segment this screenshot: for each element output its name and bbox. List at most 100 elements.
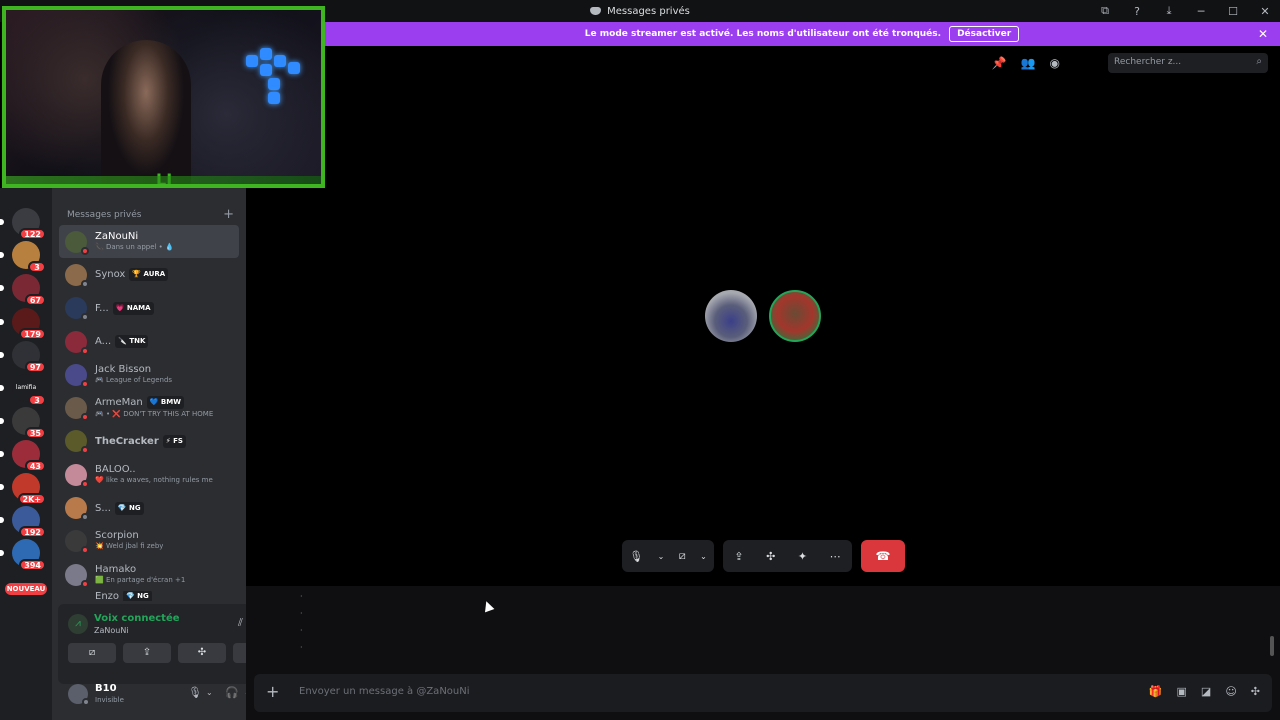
dm-item[interactable]: Synox 🏆 AURA (59, 258, 239, 291)
status-indicator (82, 698, 90, 706)
chevron-down-icon[interactable]: ⌄ (206, 688, 213, 697)
close-window-button[interactable]: ✕ (1256, 5, 1274, 18)
dm-item[interactable]: BALOO.. ❤️ like a waves, nothing rules me (59, 458, 239, 491)
disable-streamer-button[interactable]: Désactiver (949, 26, 1020, 42)
avatar (65, 230, 89, 255)
avatar (65, 330, 89, 355)
avatar (65, 563, 89, 588)
microphone-icon[interactable]: 🎙 (629, 550, 643, 563)
dm-name: BALOO.. (95, 463, 136, 475)
dm-status: 🟩 En partage d'écran +1 (95, 575, 186, 584)
minimize-button[interactable]: ─ (1192, 5, 1210, 18)
new-badge[interactable]: NOUVEAU (5, 583, 47, 595)
message-composer[interactable]: + Envoyer un message à @ZaNouNi 🎁 ▣ ◪ ☺ … (254, 674, 1272, 712)
microphone-icon[interactable]: 🎙 (188, 686, 202, 699)
server-icon[interactable]: 179 (0, 308, 46, 340)
hangup-button[interactable]: ☎ (861, 540, 905, 572)
dm-name: Synox 🏆 AURA (95, 268, 169, 282)
avatar (65, 263, 89, 288)
dm-status: 💥 Weld jbal fi zeby (95, 542, 164, 551)
add-attachment-icon[interactable]: + (266, 682, 279, 701)
server-icon[interactable]: 122 (0, 208, 46, 240)
dm-name: Enzo 💎 NG (95, 591, 152, 602)
clan-tag: ⚡ FS (162, 434, 186, 448)
discord-logo-icon (590, 7, 602, 15)
avatar (65, 463, 89, 488)
dm-item[interactable]: S... 💎 NG (59, 491, 239, 524)
chevron-down-icon[interactable]: ⌄ (658, 552, 665, 561)
search-input[interactable]: Rechercher z... ⌕ (1108, 53, 1268, 73)
gif-icon[interactable]: ▣ (1177, 685, 1187, 698)
dm-item[interactable]: Enzo 💎 NG (59, 591, 239, 602)
avatar (65, 497, 89, 522)
sticker-icon[interactable]: ◪ (1201, 685, 1211, 698)
search-icon: ⌕ (1256, 56, 1262, 67)
headphones-icon[interactable]: 🎧 (225, 686, 239, 699)
server-icon[interactable]: 394 (0, 539, 46, 571)
download-icon[interactable]: ⤓ (1160, 4, 1178, 18)
clan-tag: 💎 NG (123, 591, 152, 602)
dm-item[interactable]: A... 🔪 TNK (59, 325, 239, 358)
profile-icon[interactable]: ◉ (1050, 56, 1060, 70)
help-icon[interactable]: ? (1128, 5, 1146, 18)
username[interactable]: B10 (95, 683, 117, 694)
avatar (65, 430, 89, 455)
server-icon[interactable]: 97 (0, 341, 46, 373)
webcam-overlay: LJ (2, 6, 325, 188)
more-options-icon[interactable]: ⋯ (830, 550, 841, 563)
clan-tag: 🏆 AURA (129, 268, 169, 282)
camera-button[interactable]: ⧄ (68, 643, 116, 663)
emoji-icon[interactable]: ☺ (1225, 685, 1236, 698)
server-icon[interactable]: 35 (0, 407, 46, 439)
clan-tag: 💙 BMW (146, 396, 184, 410)
pin-icon[interactable]: 📌 (992, 56, 1007, 70)
clan-tag: 💎 NG (114, 501, 144, 515)
dm-name: TheCracker ⚡ FS (95, 434, 186, 448)
dm-list: ZaNouNi 📞 Dans un appel • 💧 Synox 🏆 AURA F… (59, 225, 239, 602)
screen-share-icon[interactable]: ⇪ (734, 550, 743, 563)
server-icon[interactable]: 2K+ (0, 473, 46, 505)
camera-off-icon[interactable]: ⧄ (679, 549, 686, 563)
participant-avatar[interactable] (705, 290, 757, 342)
server-icon[interactable]: 43 (0, 440, 46, 472)
close-banner-icon[interactable]: ✕ (1258, 27, 1268, 41)
add-friend-icon[interactable]: 👥 (1021, 56, 1036, 70)
maximize-button[interactable]: ☐ (1224, 5, 1242, 18)
activities-icon[interactable]: ✣ (766, 550, 775, 563)
dm-item[interactable]: Hamako 🟩 En partage d'écran +1 (59, 558, 239, 591)
cast-icon[interactable]: ⧉ (1096, 4, 1114, 18)
call-actions: ⇪ ✣ ✦ ⋯ (723, 540, 852, 572)
server-icon[interactable]: 192 (0, 506, 46, 538)
participant-avatar[interactable] (769, 290, 821, 342)
gift-icon[interactable]: 🎁 (1149, 685, 1163, 698)
server-list: 122 3 67 179 97 lamifia 3 35 43 2K+ 192 3… (0, 188, 52, 720)
server-icon[interactable]: 67 (0, 274, 46, 306)
dm-item[interactable]: F... 💗 NAMA (59, 292, 239, 325)
signal-icon[interactable]: ⩘ (68, 614, 88, 634)
avatar (65, 363, 89, 388)
activities-button[interactable]: ✣ (178, 643, 226, 663)
new-dm-icon[interactable]: + (223, 207, 234, 222)
dm-item[interactable]: Scorpion 💥 Weld jbal fi zeby (59, 525, 239, 558)
dm-item[interactable]: ZaNouNi 📞 Dans un appel • 💧 (59, 225, 239, 259)
dm-status: 🎮 • ❌ DON'T TRY THIS AT HOME (95, 410, 214, 419)
soundboard-icon[interactable]: ✦ (798, 550, 807, 563)
chevron-down-icon[interactable]: ⌄ (700, 552, 707, 561)
banner-text: Le mode streamer est activé. Les noms d'… (584, 29, 942, 39)
screen-share-button[interactable]: ⇪ (123, 643, 171, 663)
server-icon[interactable]: lamifia 3 (0, 374, 46, 406)
server-icon[interactable]: 3 (0, 241, 46, 273)
dm-item[interactable]: Jack Bisson 🎮 League of Legends (59, 358, 239, 391)
streamer-video (101, 40, 191, 184)
dm-item[interactable]: TheCracker ⚡ FS (59, 425, 239, 458)
dm-item[interactable]: ArmeMan 💙 BMW 🎮 • ❌ DON'T TRY THIS AT HOME (59, 391, 239, 424)
apps-icon[interactable]: ✣ (1251, 685, 1260, 698)
message-input[interactable]: Envoyer un message à @ZaNouNi (299, 686, 470, 697)
window-title: Messages privés (607, 5, 690, 17)
voice-status[interactable]: Voix connectée (94, 613, 180, 624)
avatar (65, 397, 89, 422)
noise-suppression-icon[interactable]: ⫽ (238, 616, 243, 630)
scrollbar[interactable] (1270, 636, 1274, 656)
voice-channel: ZaNouNi (94, 626, 129, 635)
dm-name: S... 💎 NG (95, 501, 144, 515)
